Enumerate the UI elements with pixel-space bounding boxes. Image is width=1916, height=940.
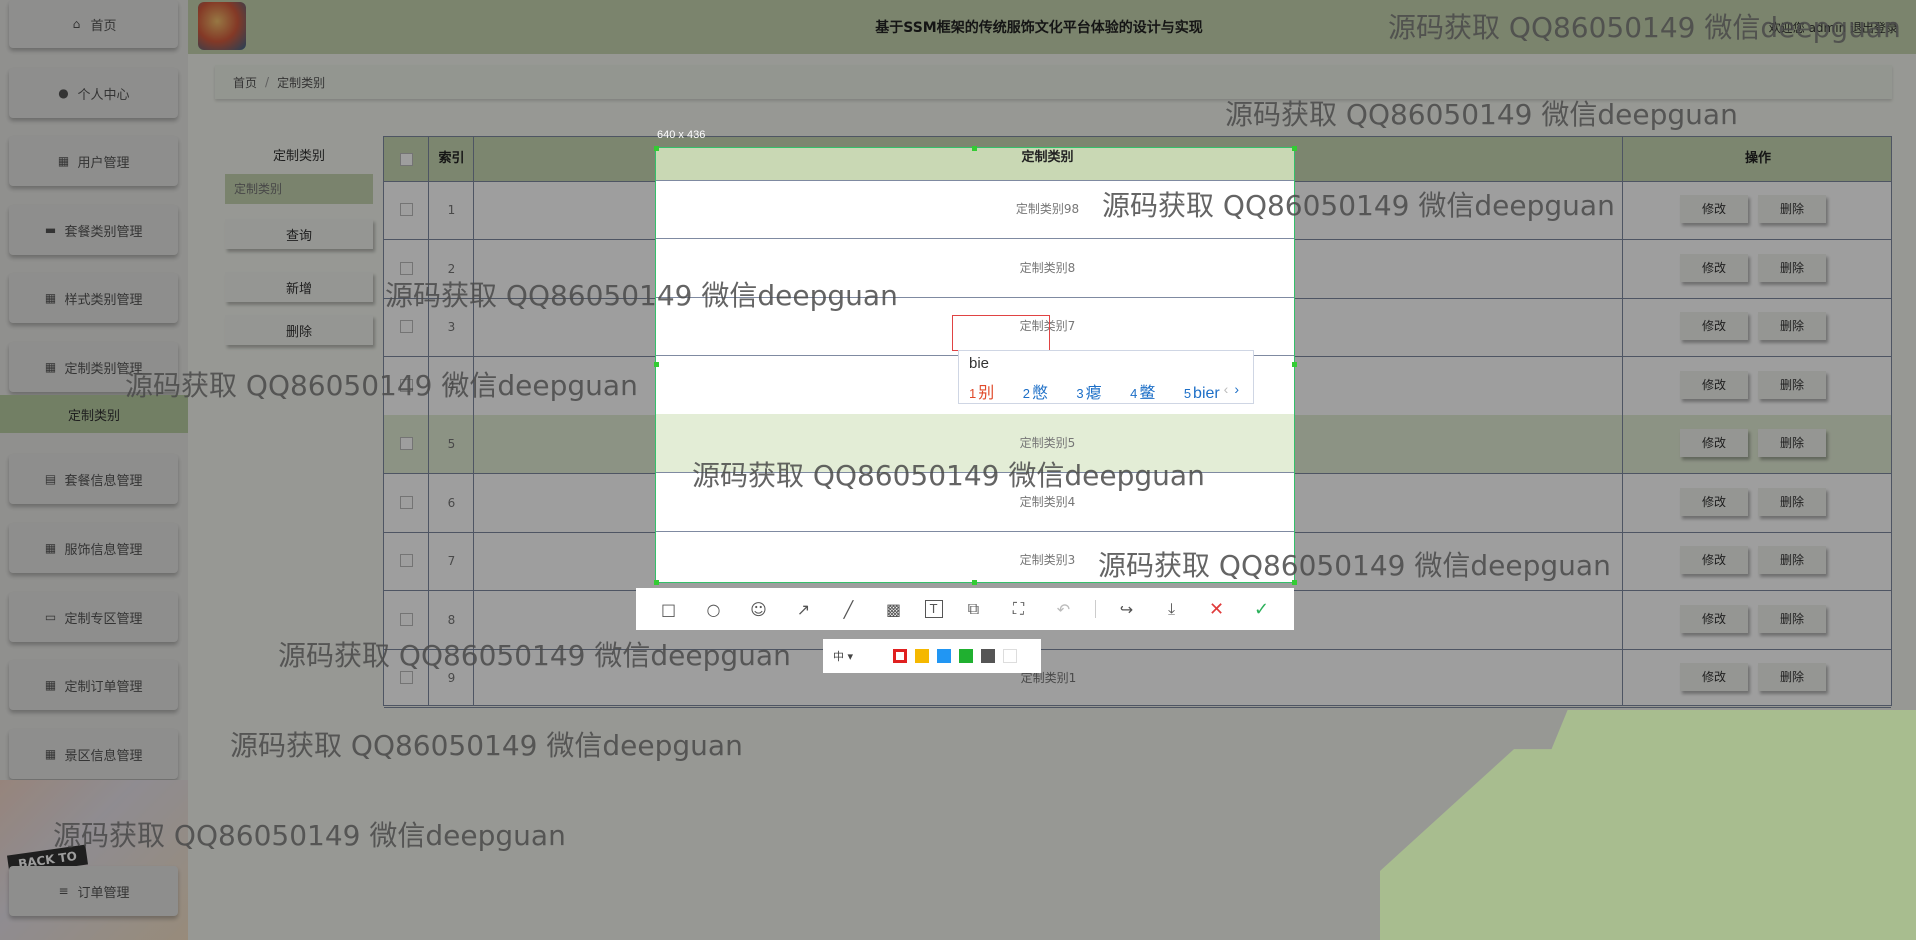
- resize-handle[interactable]: [972, 146, 977, 151]
- color-swatch-green[interactable]: [959, 649, 973, 663]
- app-page: ⌂ 首页 ● 个人中心 ▦ 用户管理 ▬ 套餐类别管理 ▦ 样式类别管理 ▦ 定…: [0, 0, 1916, 940]
- rect-icon[interactable]: □: [655, 595, 683, 623]
- watermark: 源码获取 QQ86050149 微信deepguan: [1098, 549, 1611, 582]
- undo-icon[interactable]: ↶: [1050, 595, 1078, 623]
- arrow-icon[interactable]: ↗: [790, 595, 818, 623]
- watermark: 源码获取 QQ86050149 微信deepguan: [125, 369, 638, 402]
- color-swatch-gray[interactable]: [981, 649, 995, 663]
- watermark: 源码获取 QQ86050149 微信deepguan: [1102, 189, 1615, 222]
- color-swatch-white[interactable]: [1003, 649, 1017, 663]
- capture-preview-header: 定制类别: [656, 148, 1294, 181]
- cancel-icon[interactable]: ✕: [1203, 595, 1231, 623]
- watermark: 源码获取 QQ86050149 微信deepguan: [1388, 11, 1901, 44]
- resize-handle[interactable]: [1292, 146, 1297, 151]
- watermark: 源码获取 QQ86050149 微信deepguan: [53, 819, 566, 852]
- text-icon[interactable]: T: [924, 600, 943, 618]
- resize-handle[interactable]: [654, 146, 659, 151]
- pen-icon[interactable]: ╱: [835, 595, 863, 623]
- color-palette: 中 ▾: [823, 639, 1041, 673]
- ime-candidate-window[interactable]: bie 1别 2憋 3瘪 4鳖 5 bier ‹ ›: [958, 350, 1254, 404]
- font-size-select[interactable]: 中 ▾: [833, 648, 893, 664]
- ime-candidate[interactable]: 3瘪: [1076, 385, 1113, 402]
- ime-candidates: 1别 2憋 3瘪 4鳖 5 bier: [969, 379, 1244, 403]
- mosaic-icon[interactable]: ▩: [880, 595, 908, 623]
- ime-next-icon[interactable]: ›: [1234, 381, 1239, 397]
- header-name: 定制类别: [1021, 150, 1074, 165]
- ellipse-icon[interactable]: ○: [700, 595, 728, 623]
- resize-handle[interactable]: [1292, 362, 1297, 367]
- color-swatch-yellow[interactable]: [915, 649, 929, 663]
- color-swatch-blue[interactable]: [937, 649, 951, 663]
- resize-handle[interactable]: [972, 580, 977, 585]
- resize-handle[interactable]: [654, 362, 659, 367]
- capture-size-label: 640 x 436: [657, 129, 706, 141]
- watermark: 源码获取 QQ86050149 微信deepguan: [230, 729, 743, 762]
- emoji-icon[interactable]: ☺: [745, 595, 773, 623]
- confirm-icon[interactable]: ✓: [1248, 595, 1276, 623]
- ime-candidate[interactable]: 1别: [969, 385, 1006, 402]
- toolbar-divider: [1094, 600, 1096, 618]
- ime-page-nav[interactable]: ‹ ›: [1224, 381, 1239, 397]
- capture-toolbar: □ ○ ☺ ↗ ╱ ▩ T ⧉ ⛶ ↶ ↪ ⤓ ✕ ✓: [636, 588, 1294, 630]
- download-icon[interactable]: ⤓: [1158, 595, 1186, 623]
- watermark: 源码获取 QQ86050149 微信deepguan: [1225, 98, 1738, 131]
- ocr-icon[interactable]: ⛶: [1005, 595, 1033, 623]
- ime-candidate[interactable]: 2憋: [1023, 385, 1060, 402]
- color-swatch-red[interactable]: [893, 649, 907, 663]
- ime-candidate[interactable]: 4鳖: [1130, 385, 1167, 402]
- watermark: 源码获取 QQ86050149 微信deepguan: [278, 639, 791, 672]
- ime-composition: bie: [969, 355, 990, 372]
- resize-handle[interactable]: [654, 580, 659, 585]
- watermark: 源码获取 QQ86050149 微信deepguan: [692, 459, 1205, 492]
- ime-prev-icon[interactable]: ‹: [1224, 381, 1229, 397]
- watermark: 源码获取 QQ86050149 微信deepguan: [385, 279, 898, 312]
- pin-icon[interactable]: ⧉: [960, 595, 988, 623]
- share-icon[interactable]: ↪: [1113, 595, 1141, 623]
